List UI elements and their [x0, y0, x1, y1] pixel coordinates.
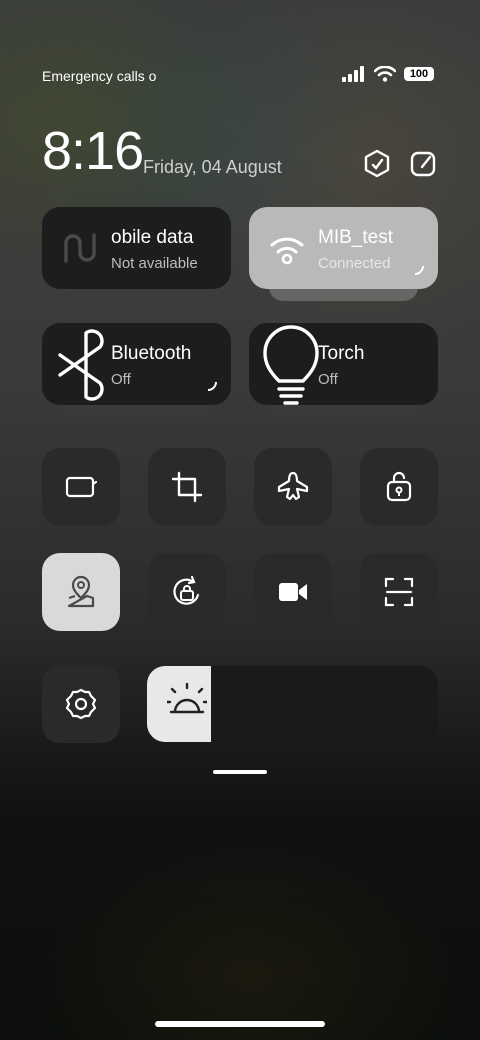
crop-screenshot-toggle[interactable]	[148, 448, 226, 526]
wifi-network-name: MIB_test	[318, 227, 393, 248]
auto-rotate-icon	[65, 476, 98, 498]
brightness-sun-icon	[167, 682, 207, 714]
clock: 8:16	[42, 121, 144, 181]
mobile-data-label: obile data	[111, 227, 194, 248]
battery-level: 100	[409, 68, 429, 80]
screen-record-toggle[interactable]	[254, 553, 332, 631]
signal-icon	[342, 66, 364, 82]
screen-record-icon	[279, 583, 307, 601]
crop-screenshot-icon	[171, 471, 203, 503]
rotation-lock-icon	[173, 575, 200, 605]
wifi-icon	[270, 237, 304, 265]
rotation-lock-toggle[interactable]	[148, 553, 226, 631]
bluetooth-icon	[58, 329, 104, 401]
torch-bulb-icon	[263, 325, 319, 405]
location-icon	[67, 575, 95, 608]
torch-label: Torch	[318, 343, 365, 364]
edit-controls-icon[interactable]	[362, 148, 392, 180]
wifi-tile[interactable]: MIB_test Connected	[249, 207, 438, 301]
settings-toggle[interactable]	[42, 665, 120, 743]
drag-handle[interactable]	[213, 770, 267, 774]
auto-rotate-toggle[interactable]	[42, 448, 120, 526]
scanner-toggle[interactable]	[360, 553, 438, 631]
carrier-text: Emergency calls o	[42, 68, 157, 84]
lock-rotation-icon	[386, 471, 412, 502]
edit-icon[interactable]	[408, 148, 438, 180]
torch-tile[interactable]: Torch Off	[249, 323, 438, 417]
mobile-data-icon	[64, 233, 96, 263]
bluetooth-label: Bluetooth	[111, 343, 192, 364]
tile-shadow	[62, 283, 211, 301]
scanner-icon	[384, 577, 414, 607]
settings-gear-icon	[65, 688, 97, 720]
lock-toggle[interactable]	[360, 448, 438, 526]
mobile-data-tile[interactable]: obile data Not available	[42, 207, 231, 301]
wifi-status: Connected	[318, 255, 391, 272]
battery-icon: 100	[404, 67, 434, 81]
brightness-slider[interactable]	[147, 666, 438, 742]
tile-shadow	[269, 283, 418, 301]
mobile-data-status: Not available	[111, 255, 198, 272]
airplane-mode-icon	[277, 471, 309, 501]
location-toggle[interactable]	[42, 553, 120, 631]
torch-status: Off	[318, 371, 338, 388]
airplane-mode-toggle[interactable]	[254, 448, 332, 526]
wifi-icon	[374, 66, 396, 82]
bluetooth-status: Off	[111, 371, 131, 388]
expand-corner-icon[interactable]	[207, 381, 217, 391]
expand-corner-icon[interactable]	[414, 265, 424, 275]
status-icons: 100	[342, 66, 434, 82]
bluetooth-tile[interactable]: Bluetooth Off	[42, 323, 231, 417]
home-indicator[interactable]	[155, 1021, 325, 1027]
status-bar: Emergency calls o 100	[42, 64, 434, 88]
date: Friday, 04 August	[143, 157, 282, 177]
